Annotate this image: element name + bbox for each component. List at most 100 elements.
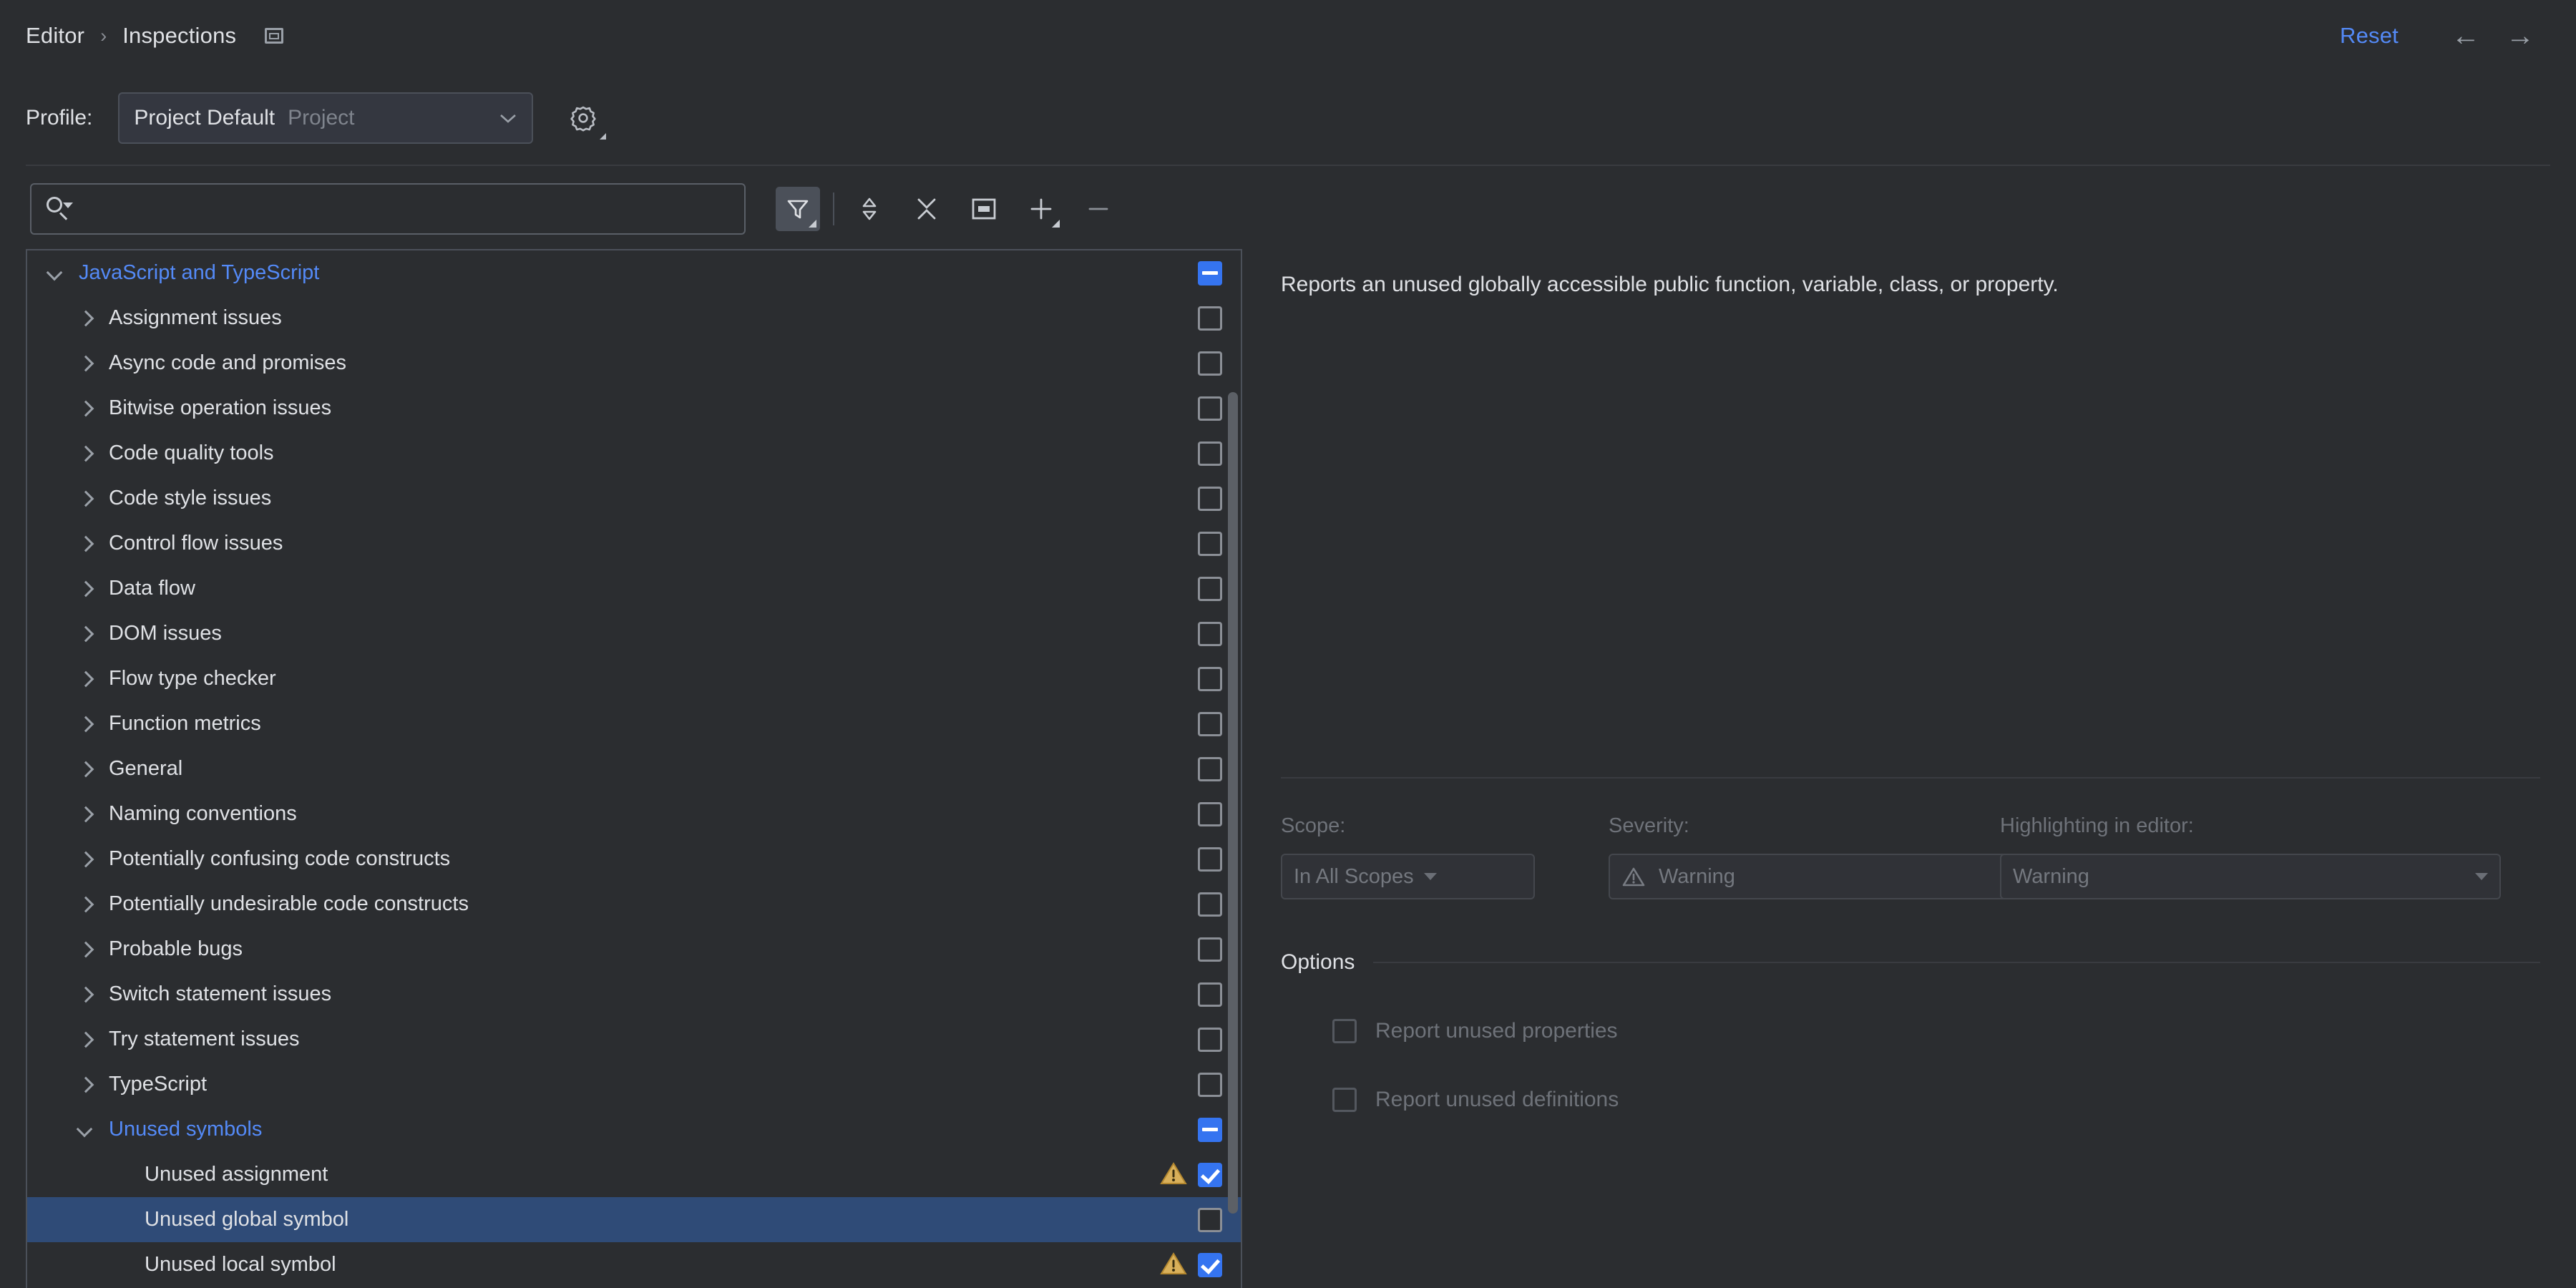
toolbar-separator [833, 192, 834, 225]
chevron-right-icon[interactable] [74, 939, 96, 960]
tree-row[interactable]: TypeScript [27, 1062, 1242, 1107]
chevron-right-icon[interactable] [74, 713, 96, 735]
chevron-right-icon[interactable] [74, 308, 96, 329]
search-input[interactable] [77, 197, 731, 221]
tree-row-checkbox[interactable] [1198, 847, 1222, 872]
tree-row[interactable]: General [27, 746, 1242, 791]
chevron-right-icon[interactable] [74, 894, 96, 915]
reset-button[interactable]: Reset [2340, 23, 2399, 49]
tree-row[interactable]: DOM issues [27, 611, 1242, 656]
severity-dropdown[interactable]: Warning [1609, 854, 2052, 899]
tree-row[interactable]: Switch statement issues [27, 972, 1242, 1017]
tree-row[interactable]: Probable bugs [27, 927, 1242, 972]
search-field[interactable] [30, 183, 746, 235]
expand-collapse-button[interactable] [847, 187, 892, 231]
tree-row-checkbox[interactable] [1198, 982, 1222, 1007]
highlighting-dropdown[interactable]: Warning [2000, 854, 2501, 899]
tree-row[interactable]: Code quality tools [27, 431, 1242, 476]
tree-row-checkbox[interactable] [1198, 577, 1222, 601]
tree-scrollbar[interactable] [1228, 250, 1241, 1288]
breadcrumb-inspections[interactable]: Inspections [122, 23, 236, 49]
show-description-button[interactable] [962, 187, 1006, 231]
option-checkbox[interactable] [1332, 1088, 1357, 1112]
tree-row[interactable]: Code style issues [27, 476, 1242, 521]
tree-row-checkbox[interactable] [1198, 937, 1222, 962]
tree-row-checkbox[interactable] [1198, 351, 1222, 376]
tree-row-checkbox[interactable] [1198, 892, 1222, 917]
tree-row-checkbox[interactable] [1198, 1163, 1222, 1187]
tree-row[interactable]: Potentially confusing code constructs [27, 836, 1242, 882]
tree-row[interactable]: Unused assignment [27, 1152, 1242, 1197]
inspections-tree[interactable]: JavaScript and TypeScriptAssignment issu… [26, 249, 1242, 1288]
tree-row[interactable]: Unused global symbol [27, 1197, 1242, 1242]
chevron-right-icon[interactable] [74, 578, 96, 600]
chevron-right-icon[interactable] [74, 398, 96, 419]
tree-row-checkbox[interactable] [1198, 1208, 1222, 1232]
tree-row[interactable]: JavaScript and TypeScript [27, 250, 1242, 296]
search-icon[interactable] [44, 194, 74, 224]
collapse-all-button[interactable] [904, 187, 949, 231]
option-row[interactable]: Report unused definitions [1281, 1088, 2540, 1112]
tree-row-checkbox[interactable] [1198, 712, 1222, 736]
chevron-right-icon[interactable] [74, 668, 96, 690]
chevron-right-icon[interactable] [74, 533, 96, 555]
tree-row-label: Async code and promises [109, 351, 346, 375]
chevron-right-icon[interactable] [74, 804, 96, 825]
tree-row[interactable]: Bitwise operation issues [27, 386, 1242, 431]
tree-row-checkbox[interactable] [1198, 757, 1222, 781]
chevron-right-icon[interactable] [74, 758, 96, 780]
chevron-right-icon[interactable] [74, 1074, 96, 1096]
tree-row[interactable]: Try statement issues [27, 1017, 1242, 1062]
scope-dropdown[interactable]: In All Scopes [1281, 854, 1535, 899]
profile-dropdown[interactable]: Project Default Project [118, 92, 533, 144]
tree-row[interactable]: Flow type checker [27, 656, 1242, 701]
chevron-down-icon[interactable] [74, 1119, 96, 1141]
breadcrumb-editor[interactable]: Editor [26, 23, 84, 49]
chevron-right-icon[interactable] [74, 1029, 96, 1050]
tree-row[interactable]: Data flow [27, 566, 1242, 611]
chevron-right-icon[interactable] [74, 488, 96, 509]
tree-row-checkbox[interactable] [1198, 667, 1222, 691]
warning-placeholder [1159, 439, 1188, 468]
chevron-right-icon[interactable] [74, 984, 96, 1005]
tree-row-checkbox[interactable] [1198, 306, 1222, 331]
warning-placeholder [1159, 1206, 1188, 1234]
chevron-right-icon[interactable] [74, 443, 96, 464]
tree-row[interactable]: Async code and promises [27, 341, 1242, 386]
remove-button[interactable] [1076, 187, 1121, 231]
filter-button[interactable] [776, 187, 820, 231]
option-row[interactable]: Report unused properties [1281, 1019, 2540, 1043]
inspection-description: Reports an unused globally accessible pu… [1281, 249, 2555, 301]
tree-row[interactable]: Function metrics [27, 701, 1242, 746]
forward-arrow-icon[interactable]: → [2493, 14, 2547, 57]
tree-row-checkbox[interactable] [1198, 261, 1222, 286]
tree-row[interactable]: Control flow issues [27, 521, 1242, 566]
back-arrow-icon[interactable]: ← [2439, 14, 2493, 57]
add-button[interactable] [1019, 187, 1063, 231]
option-checkbox[interactable] [1332, 1019, 1357, 1043]
tree-row-checkbox[interactable] [1198, 532, 1222, 556]
tree-row[interactable]: Unused symbols [27, 1107, 1242, 1152]
tree-scrollbar-thumb[interactable] [1228, 392, 1238, 1214]
tree-row-checkbox[interactable] [1198, 441, 1222, 466]
tree-row[interactable]: Unused local symbol [27, 1242, 1242, 1287]
tree-row-checkbox[interactable] [1198, 487, 1222, 511]
chevron-right-icon[interactable] [74, 849, 96, 870]
warning-placeholder [1159, 845, 1188, 874]
tree-spacer [119, 1164, 140, 1186]
tree-row-checkbox[interactable] [1198, 802, 1222, 826]
tree-row-checkbox[interactable] [1198, 1028, 1222, 1052]
tree-row[interactable]: Naming conventions [27, 791, 1242, 836]
tree-row[interactable]: Assignment issues [27, 296, 1242, 341]
tree-row-checkbox[interactable] [1198, 1253, 1222, 1277]
chevron-right-icon[interactable] [74, 623, 96, 645]
chevron-right-icon[interactable] [74, 353, 96, 374]
tree-row[interactable]: Potentially undesirable code constructs [27, 882, 1242, 927]
chevron-down-icon[interactable] [44, 263, 66, 284]
tree-row-checkbox[interactable] [1198, 1073, 1222, 1097]
gear-icon[interactable] [563, 98, 603, 138]
tree-row-checkbox[interactable] [1198, 1118, 1222, 1142]
tree-row-checkbox[interactable] [1198, 622, 1222, 646]
warning-placeholder [1159, 755, 1188, 784]
tree-row-checkbox[interactable] [1198, 396, 1222, 421]
